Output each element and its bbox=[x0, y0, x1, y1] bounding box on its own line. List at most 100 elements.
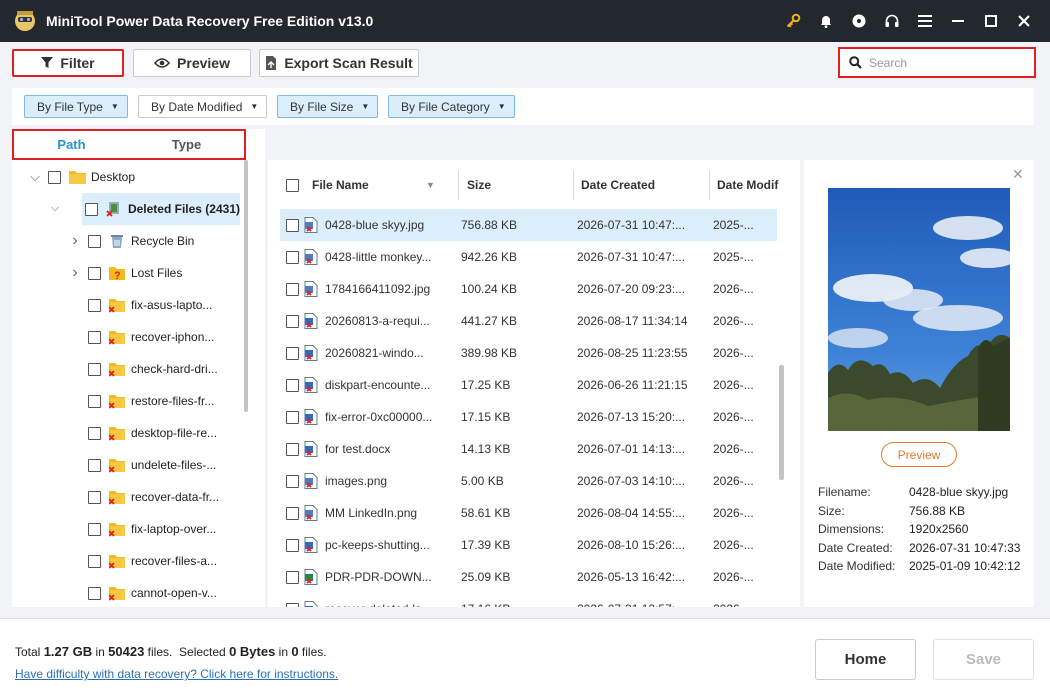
tree-item[interactable]: Deleted Files (2431) bbox=[82, 193, 240, 225]
tree-item-checkbox[interactable] bbox=[88, 266, 101, 280]
tab-path[interactable]: Path bbox=[14, 131, 129, 158]
bell-icon[interactable] bbox=[809, 0, 842, 42]
tree-item[interactable]: fix-asus-lapto... bbox=[12, 289, 248, 321]
home-button[interactable]: Home bbox=[815, 639, 916, 680]
search-icon bbox=[849, 56, 862, 69]
filter-by-file-type[interactable]: By File Type ▼ bbox=[24, 95, 128, 118]
tree-item[interactable]: recover-iphon... bbox=[12, 321, 248, 353]
help-link[interactable]: Have difficulty with data recovery? Clic… bbox=[15, 667, 338, 681]
tree-item-checkbox[interactable] bbox=[88, 234, 101, 248]
file-row[interactable]: 0428-little monkey... 942.26 KB 2026-07-31… bbox=[280, 241, 777, 273]
preview-file-button[interactable]: Preview bbox=[881, 442, 957, 467]
tree-item-checkbox[interactable] bbox=[88, 554, 101, 568]
file-row-checkbox[interactable] bbox=[286, 209, 299, 241]
file-row-checkbox[interactable] bbox=[286, 497, 299, 529]
chevron-down-icon[interactable]: ⌵ bbox=[28, 169, 42, 185]
meta-label: Dimensions: bbox=[818, 522, 885, 536]
chevron-right-icon[interactable]: › bbox=[68, 232, 82, 250]
tree-item[interactable]: ›? Lost Files bbox=[12, 257, 248, 289]
tree-item-checkbox[interactable] bbox=[88, 586, 101, 600]
filter-button[interactable]: Filter bbox=[12, 49, 124, 77]
menu-icon[interactable] bbox=[908, 0, 941, 42]
tree-item[interactable]: check-hard-dri... bbox=[12, 353, 248, 385]
tree-item-label: cannot-open-v... bbox=[131, 586, 217, 600]
tree-item[interactable]: desktop-file-re... bbox=[12, 417, 248, 449]
chevron-down-icon[interactable]: ⌵ bbox=[48, 202, 62, 215]
tree-item[interactable]: cannot-open-v... bbox=[12, 577, 248, 609]
file-row[interactable]: recover-deleted-la... 17.16 KB 2026-07-31 … bbox=[280, 593, 777, 607]
file-row[interactable]: 1784166411092.jpg 100.24 KB 2026-07-20 09:… bbox=[280, 273, 777, 305]
disc-icon[interactable] bbox=[842, 0, 875, 42]
search-box[interactable] bbox=[838, 47, 1036, 78]
chevron-down-icon: ▼ bbox=[497, 102, 506, 111]
headset-icon[interactable] bbox=[875, 0, 908, 42]
filter-by-date-modified[interactable]: By Date Modified ▼ bbox=[138, 95, 268, 118]
sort-down-icon[interactable]: ▼ bbox=[426, 170, 435, 200]
tab-type[interactable]: Type bbox=[129, 131, 244, 158]
file-row[interactable]: MM LinkedIn.png 58.61 KB 2026-08-04 14:55:… bbox=[280, 497, 777, 529]
tree-item[interactable]: restore-files-fr... bbox=[12, 385, 248, 417]
meta-row: Size: 756.88 KB bbox=[818, 504, 1028, 523]
tree-item-checkbox[interactable] bbox=[88, 394, 101, 408]
file-row-checkbox[interactable] bbox=[286, 465, 299, 497]
export-scan-result-button[interactable]: Export Scan Result bbox=[259, 49, 419, 77]
file-row[interactable]: PDR-PDR-DOWN... 25.09 KB 2026-05-13 16:42:… bbox=[280, 561, 777, 593]
app-title: MiniTool Power Data Recovery Free Editio… bbox=[46, 13, 374, 29]
close-preview-icon[interactable]: ✕ bbox=[1012, 166, 1024, 183]
close-icon[interactable] bbox=[1007, 0, 1040, 42]
file-row-checkbox[interactable] bbox=[286, 433, 299, 465]
files-word: files. bbox=[147, 645, 173, 659]
tree-scrollbar[interactable] bbox=[244, 160, 248, 412]
column-size[interactable]: Size bbox=[467, 170, 491, 200]
tree-item-checkbox[interactable] bbox=[88, 298, 101, 312]
file-row[interactable]: diskpart-encounte... 17.25 KB 2026-06-26 1… bbox=[280, 369, 777, 401]
file-row[interactable]: 20260821-windo... 389.98 KB 2026-08-25 11:… bbox=[280, 337, 777, 369]
deleted-folder-icon bbox=[108, 521, 125, 537]
tree-item[interactable]: recover-data-fr... bbox=[12, 481, 248, 513]
filter-by-file-size[interactable]: By File Size ▼ bbox=[277, 95, 379, 118]
chevron-right-icon[interactable]: › bbox=[68, 264, 82, 282]
word-file-icon bbox=[304, 401, 318, 433]
tree-item[interactable]: recover-files-a... bbox=[12, 545, 248, 577]
filter-by-file-category[interactable]: By File Category ▼ bbox=[388, 95, 515, 118]
file-row-checkbox[interactable] bbox=[286, 273, 299, 305]
file-row[interactable]: pc-keeps-shutting... 17.39 KB 2026-08-10 1… bbox=[280, 529, 777, 561]
file-row[interactable]: for test.docx 14.13 KB 2026-07-01 14:13:..… bbox=[280, 433, 777, 465]
tree-item[interactable]: ⌵ Desktop bbox=[12, 161, 248, 193]
file-row[interactable]: 0428-blue skyy.jpg 756.88 KB 2026-07-31 10… bbox=[280, 209, 777, 241]
file-row-checkbox[interactable] bbox=[286, 561, 299, 593]
file-row-checkbox[interactable] bbox=[286, 369, 299, 401]
key-icon[interactable] bbox=[776, 0, 809, 42]
preview-button[interactable]: Preview bbox=[133, 49, 251, 77]
file-row-checkbox[interactable] bbox=[286, 593, 299, 607]
file-row[interactable]: fix-error-0xc00000... 17.15 KB 2026-07-13 … bbox=[280, 401, 777, 433]
tree-item[interactable]: undelete-files-... bbox=[12, 449, 248, 481]
save-button[interactable]: Save bbox=[933, 639, 1034, 680]
maximize-icon[interactable] bbox=[974, 0, 1007, 42]
file-row-checkbox[interactable] bbox=[286, 401, 299, 433]
tree-item-checkbox[interactable] bbox=[48, 170, 61, 184]
file-list-scrollbar[interactable] bbox=[779, 365, 784, 480]
file-row-checkbox[interactable] bbox=[286, 337, 299, 369]
tree-item-checkbox[interactable] bbox=[88, 522, 101, 536]
file-row-checkbox[interactable] bbox=[286, 529, 299, 561]
column-date-created[interactable]: Date Created bbox=[581, 170, 655, 200]
tree-item-checkbox[interactable] bbox=[88, 362, 101, 376]
minimize-icon[interactable] bbox=[941, 0, 974, 42]
file-row[interactable]: 20260813-a-requi... 441.27 KB 2026-08-17 1… bbox=[280, 305, 777, 337]
tree-item-checkbox[interactable] bbox=[84, 202, 98, 216]
tree-item[interactable]: fix-laptop-over... bbox=[12, 513, 248, 545]
select-all-checkbox[interactable] bbox=[286, 170, 299, 200]
tree-item-checkbox[interactable] bbox=[88, 330, 101, 344]
file-row[interactable]: images.png 5.00 KB 2026-07-03 14:10:... 202… bbox=[280, 465, 777, 497]
column-file-name[interactable]: File Name bbox=[312, 170, 369, 200]
tree-item-checkbox[interactable] bbox=[88, 490, 101, 504]
file-row-checkbox[interactable] bbox=[286, 241, 299, 273]
tree-item[interactable]: › Recycle Bin bbox=[12, 225, 248, 257]
recycle-bin-icon bbox=[109, 233, 125, 249]
search-input[interactable] bbox=[869, 55, 1019, 70]
tree-item-checkbox[interactable] bbox=[88, 458, 101, 472]
column-date-modified[interactable]: Date Modif bbox=[717, 170, 778, 200]
tree-item-checkbox[interactable] bbox=[88, 426, 101, 440]
file-row-checkbox[interactable] bbox=[286, 305, 299, 337]
